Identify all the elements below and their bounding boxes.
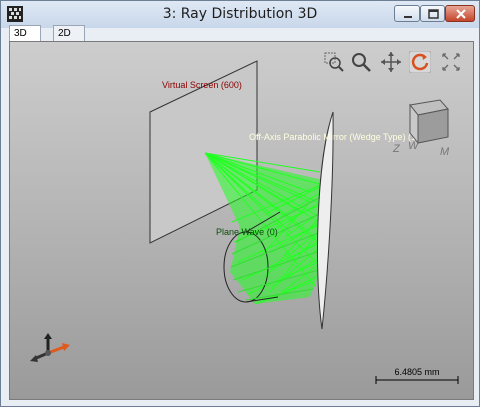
axis-triad [30, 333, 70, 362]
close-icon [456, 9, 466, 19]
zoom-icon[interactable] [350, 51, 372, 73]
cube-face-letter: M [440, 146, 450, 157]
tab-3d-view[interactable]: 3D View [9, 25, 41, 54]
close-button[interactable] [445, 5, 475, 22]
cube-face-letter: Z [392, 143, 401, 155]
minimize-button[interactable] [394, 5, 420, 22]
pan-icon[interactable] [380, 51, 402, 73]
scale-bar: 6.4805 mm [375, 366, 459, 386]
minimize-icon [404, 16, 412, 18]
3d-viewport[interactable]: Virtual Screen (600) Off-Axis Parabolic … [9, 41, 474, 400]
ray-distribution-window: 3: Ray Distribution 3D 3D View 2D View [0, 0, 480, 407]
ray-scene [149, 60, 334, 330]
maximize-icon [428, 9, 439, 19]
rotate-icon[interactable] [409, 51, 431, 73]
parabolic-mirror [317, 111, 334, 330]
plane-wave-label: Plane Wave (0) [216, 227, 278, 237]
title-bar[interactable]: 3: Ray Distribution 3D [1, 1, 479, 28]
zoom-window-icon[interactable] [323, 51, 345, 73]
tab-2d-view[interactable]: 2D View [53, 25, 85, 54]
virtual-screen-label: Virtual Screen (600) [162, 80, 242, 90]
maximize-button[interactable] [420, 5, 445, 22]
cube-face-letter: W [408, 140, 420, 152]
scale-bar-line [375, 376, 459, 384]
fit-icon[interactable] [440, 51, 462, 73]
orientation-cube[interactable]: Z W M [388, 97, 458, 157]
